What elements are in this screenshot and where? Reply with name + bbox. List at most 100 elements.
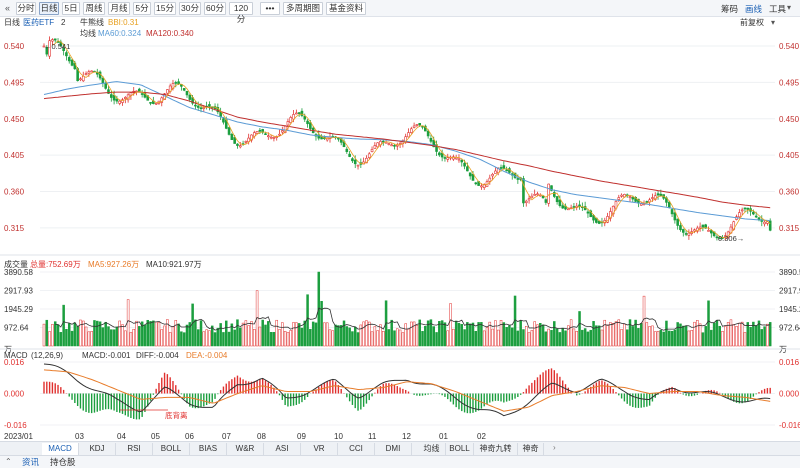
candle-body — [373, 145, 377, 149]
volume-bar — [424, 325, 427, 347]
candle-body — [620, 194, 623, 197]
volume-bar — [583, 328, 587, 347]
indicator-tab-cci[interactable]: CCI — [338, 443, 375, 455]
volume-bar — [152, 320, 155, 347]
volume-bar — [129, 332, 133, 347]
volume-bar — [278, 329, 281, 347]
volume-bar — [724, 326, 727, 347]
period-button-4[interactable]: 月线 — [108, 2, 130, 15]
candle-body — [258, 129, 262, 132]
candle-body — [740, 209, 744, 212]
volume-bar — [550, 330, 553, 347]
candle-body — [227, 127, 231, 135]
indicator-tab-kdj[interactable]: KDJ — [79, 443, 116, 455]
period-button-10[interactable]: ••• — [260, 2, 280, 15]
candle-body — [505, 169, 508, 172]
volume-bar — [45, 319, 49, 347]
candle-body — [567, 208, 570, 211]
volume-bar — [541, 324, 545, 347]
volume-bar — [314, 322, 318, 347]
period-button-6[interactable]: 15分 — [154, 2, 176, 15]
candle-body — [516, 178, 520, 180]
macd-tick-left: -0.016 — [4, 421, 27, 430]
indicator-tab-dmi[interactable]: DMI — [375, 443, 412, 455]
x-axis: 2023/01 03 04 05 06 07 08 09 10 11 12 01 02 — [4, 432, 486, 441]
candle-body — [51, 39, 54, 42]
indicator-tab-asi[interactable]: ASI — [264, 443, 301, 455]
expand-icon[interactable]: ⌃ — [5, 457, 12, 466]
volume-bar — [382, 331, 385, 347]
volume-bar — [684, 325, 688, 347]
period-button-7[interactable]: 30分 — [179, 2, 201, 15]
overlay-tab-2[interactable]: 神奇九转 — [474, 443, 518, 455]
volume-bar — [62, 304, 65, 347]
indicator-tab-bar: MACD KDJ RSI BOLL BIAS W&R ASI VR CCI DMI 均线 BOLL 神奇… — [0, 441, 800, 455]
volume-bar — [768, 322, 772, 347]
volume-bar — [67, 323, 71, 347]
period-button-9[interactable]: 120分 — [229, 2, 253, 24]
volume-bar — [516, 330, 520, 347]
volume-bar — [477, 322, 480, 347]
overlay-tab-3[interactable]: 神奇 — [518, 443, 544, 455]
candle-body — [87, 71, 91, 74]
volume-bar — [339, 325, 343, 347]
volume-bar — [589, 329, 592, 347]
adjust-mode-button[interactable]: 前复权 — [740, 17, 764, 27]
volume-bar — [295, 322, 298, 347]
volume-bar — [662, 331, 665, 347]
candle-body — [292, 114, 295, 120]
indicator-tab-rsi[interactable]: RSI — [116, 443, 153, 455]
toolbar-chips-button[interactable]: 筹码 — [721, 3, 738, 15]
x-axis-label: 06 — [185, 432, 194, 441]
period-button-3[interactable]: 周线 — [83, 2, 105, 15]
volume-bar — [653, 331, 657, 347]
chevron-down-icon[interactable]: ▾ — [787, 3, 791, 12]
collapse-left-icon[interactable]: « — [5, 3, 10, 13]
indicator-tab-wr[interactable]: W&R — [227, 443, 264, 455]
candle-body — [524, 200, 528, 203]
period-button-8[interactable]: 60分 — [204, 2, 226, 15]
candle-body — [533, 194, 536, 196]
period-button-1[interactable]: 日线 — [39, 2, 59, 15]
volume-bar — [96, 320, 99, 347]
footer-tab-holdings[interactable]: 持仓股 — [50, 457, 76, 468]
price-tick-left: 0.450 — [4, 115, 25, 124]
legend-fund-name[interactable]: 医药ETF — [23, 17, 54, 27]
more-tabs-icon[interactable]: › — [553, 443, 556, 452]
overlay-tab-1[interactable]: BOLL — [446, 443, 474, 455]
volume-bar — [749, 326, 752, 347]
volume-bar — [233, 329, 236, 347]
period-button-2[interactable]: 5日 — [62, 2, 80, 15]
indicator-tab-bias[interactable]: BIAS — [190, 443, 227, 455]
period-button-5[interactable]: 5分 — [133, 2, 151, 15]
volume-bar — [51, 324, 54, 347]
volume-bar — [101, 327, 105, 347]
toolbar-draw-button[interactable]: 画线 — [745, 3, 762, 15]
volume-bar — [522, 329, 525, 347]
volume-bar — [446, 330, 450, 347]
volume-ma10: MA10:921.97万 — [146, 260, 202, 269]
period-button-11[interactable]: 多周期图 — [283, 2, 323, 15]
candle-body — [429, 138, 433, 142]
period-button-0[interactable]: 分时 — [16, 2, 36, 15]
chevron-down-icon[interactable]: ▾ — [771, 18, 775, 27]
indicator-tab-macd[interactable]: MACD — [42, 443, 79, 455]
toolbar-tools-button[interactable]: 工具 — [769, 3, 786, 15]
candle-body — [410, 128, 413, 133]
candle-body — [196, 105, 200, 108]
indicator-tab-boll[interactable]: BOLL — [153, 443, 190, 455]
legend-fund-code: 2 — [61, 18, 66, 27]
overlay-tab-0[interactable]: 均线 — [418, 443, 446, 455]
macd-params: (12,26,9) — [31, 351, 63, 360]
price-tick-left: 0.360 — [4, 188, 25, 197]
volume-bar — [735, 326, 738, 347]
volume-bar — [527, 332, 531, 347]
volume-bar — [289, 330, 292, 347]
volume-bar — [726, 322, 730, 347]
stock-chart[interactable]: 日线 医药ETF 2 牛熊线 BBI:0.31 前复权 ▾ 均线 MA60:0.… — [0, 17, 800, 441]
period-button-12[interactable]: 基金资料 — [326, 2, 366, 15]
volume-bar — [743, 332, 747, 347]
footer-tab-news[interactable]: 资讯 — [22, 457, 39, 468]
indicator-tab-vr[interactable]: VR — [301, 443, 338, 455]
volume-bar — [519, 320, 522, 347]
